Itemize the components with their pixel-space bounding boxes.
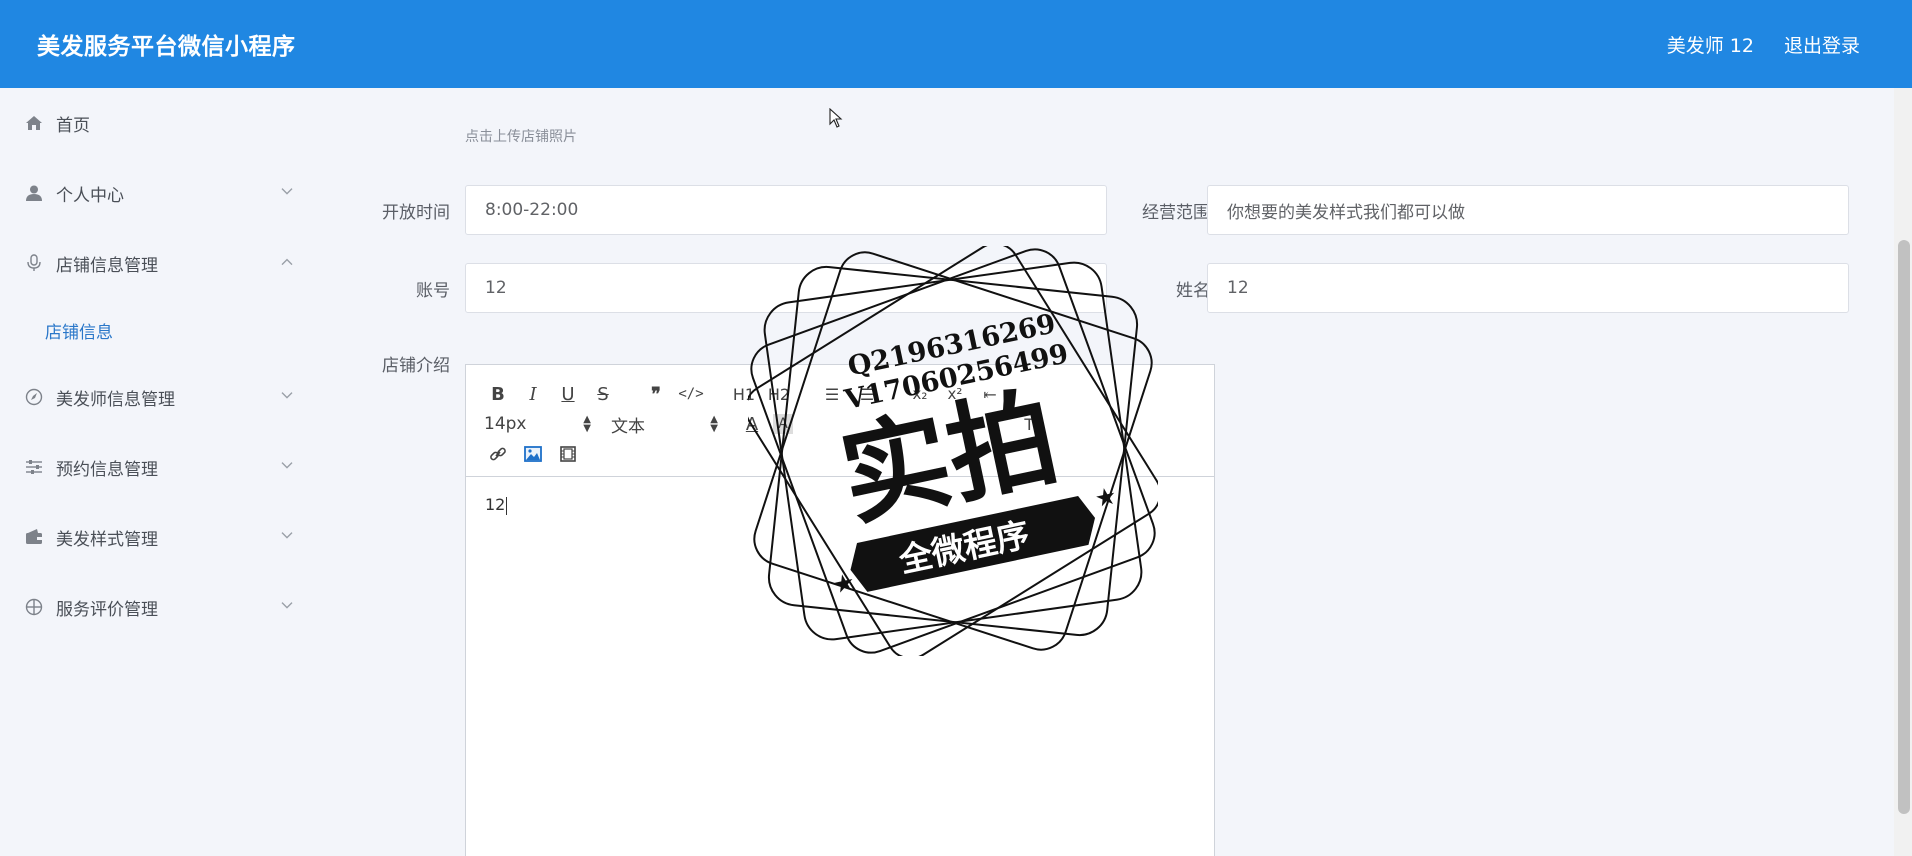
sidebar-item-label: 预约信息管理 xyxy=(56,459,158,480)
header-select[interactable]: 文本 ▲ ▼ xyxy=(611,412,718,437)
business-scope-label: 经营范围 xyxy=(1142,203,1210,223)
chevron-down-icon xyxy=(280,599,294,613)
sidebar-item-label: 首页 xyxy=(56,115,90,136)
app-title: 美发服务平台微信小程序 xyxy=(37,34,296,60)
logout-button[interactable]: 退出登录 xyxy=(1784,31,1860,58)
subscript-icon[interactable]: x₂ xyxy=(906,381,934,407)
bullet-list-icon[interactable]: ☰ xyxy=(853,381,881,407)
top-header: 美发服务平台微信小程序 美发师 12 退出登录 xyxy=(0,0,1912,88)
header-right: 美发师 12 退出登录 xyxy=(1667,31,1860,58)
sidebar-menu: 首页 个人中心 店铺信息管理 店铺信息 美发师信息管理 预约信息管理 美发样式管… xyxy=(0,88,320,856)
sidebar-item-shop-info-management[interactable]: 店铺信息管理 xyxy=(0,228,320,298)
sliders-icon xyxy=(24,457,44,477)
current-user-label: 美发师 12 xyxy=(1666,34,1754,57)
code-block-icon[interactable]: </> xyxy=(677,381,705,407)
account-input[interactable]: 12 xyxy=(465,263,1107,313)
outdent-icon[interactable]: ⇤ xyxy=(976,381,1004,407)
business-scope-input[interactable]: 你想要的美发样式我们都可以做 xyxy=(1207,185,1849,235)
shop-intro-label: 店铺介绍 xyxy=(382,356,450,376)
chevron-down-icon xyxy=(280,389,294,403)
chevron-down-icon xyxy=(280,529,294,543)
select-arrows-icon: ▲ ▼ xyxy=(710,414,718,434)
mouse-cursor-icon xyxy=(829,107,843,132)
clear-format-icon[interactable]: Tx xyxy=(1020,411,1048,437)
editor-text: 12 xyxy=(485,495,506,514)
scrollbar-thumb[interactable] xyxy=(1898,240,1910,814)
sidebar-item-home[interactable]: 首页 xyxy=(0,88,320,158)
image-icon[interactable] xyxy=(519,441,547,467)
sidebar-item-stylist-management[interactable]: 美发师信息管理 xyxy=(0,362,320,432)
heading1-icon[interactable]: H1 xyxy=(730,381,758,407)
font-size-select[interactable]: 14px ▲ ▼ xyxy=(484,414,591,434)
select-arrows-icon: ▲ ▼ xyxy=(583,414,591,434)
header-select-value: 文本 xyxy=(611,416,645,437)
sidebar-item-label: 店铺信息管理 xyxy=(56,255,158,276)
text-caret xyxy=(506,496,508,515)
sidebar-item-hairstyle-management[interactable]: 美发样式管理 xyxy=(0,502,320,572)
name-input[interactable]: 12 xyxy=(1207,263,1849,313)
editor-content-area[interactable]: 12 xyxy=(466,477,1214,533)
underline-icon[interactable]: U xyxy=(554,381,582,407)
wallet-icon xyxy=(24,527,44,547)
italic-icon[interactable]: I xyxy=(519,381,547,407)
microphone-icon xyxy=(24,253,44,273)
sidebar-item-review-management[interactable]: 服务评价管理 xyxy=(0,572,320,642)
sidebar-item-appointment-management[interactable]: 预约信息管理 xyxy=(0,432,320,502)
bold-icon[interactable]: B xyxy=(484,381,512,407)
sidebar-item-label: 个人中心 xyxy=(56,185,124,206)
open-time-label: 开放时间 xyxy=(382,203,450,223)
video-icon[interactable] xyxy=(554,441,582,467)
chevron-down-icon xyxy=(280,185,294,199)
user-icon xyxy=(24,183,44,203)
strikethrough-icon[interactable]: S xyxy=(589,381,617,407)
ordered-list-icon[interactable]: ☰ xyxy=(818,381,846,407)
heading2-icon[interactable]: H2 xyxy=(765,381,793,407)
sidebar-item-label: 美发样式管理 xyxy=(56,529,158,550)
crosshair-icon xyxy=(24,597,44,617)
sidebar-item-label: 美发师信息管理 xyxy=(56,389,175,410)
account-label: 账号 xyxy=(416,281,450,301)
sidebar-item-personal-center[interactable]: 个人中心 xyxy=(0,158,320,228)
font-size-value: 14px xyxy=(484,414,527,434)
chevron-up-icon xyxy=(280,255,294,269)
name-label: 姓名 xyxy=(1176,281,1210,301)
compass-icon xyxy=(24,387,44,407)
link-icon[interactable] xyxy=(484,441,512,467)
open-time-input[interactable]: 8:00-22:00 xyxy=(465,185,1107,235)
upload-photo-hint[interactable]: 点击上传店铺照片 xyxy=(465,126,577,146)
sidebar-item-label: 服务评价管理 xyxy=(56,599,158,620)
sidebar-subitem-shop-info[interactable]: 店铺信息 xyxy=(0,298,320,362)
home-icon xyxy=(24,113,44,133)
rich-text-editor: B I U S ❞ </> H1 H2 ☰ ☰ x₂ x² ⇤ 14px ▲ ▼… xyxy=(465,364,1215,856)
main-content: 点击上传店铺照片 开放时间 8:00-22:00 经营范围 你想要的美发样式我们… xyxy=(350,88,1894,856)
background-color-icon[interactable]: A xyxy=(773,414,793,434)
blockquote-icon[interactable]: ❞ xyxy=(642,381,670,407)
superscript-icon[interactable]: x² xyxy=(941,381,969,407)
editor-toolbar: B I U S ❞ </> H1 H2 ☰ ☰ x₂ x² ⇤ 14px ▲ ▼… xyxy=(466,365,1214,477)
font-color-icon[interactable]: A xyxy=(738,411,766,437)
page-scrollbar[interactable] xyxy=(1894,88,1912,856)
chevron-down-icon xyxy=(280,459,294,473)
